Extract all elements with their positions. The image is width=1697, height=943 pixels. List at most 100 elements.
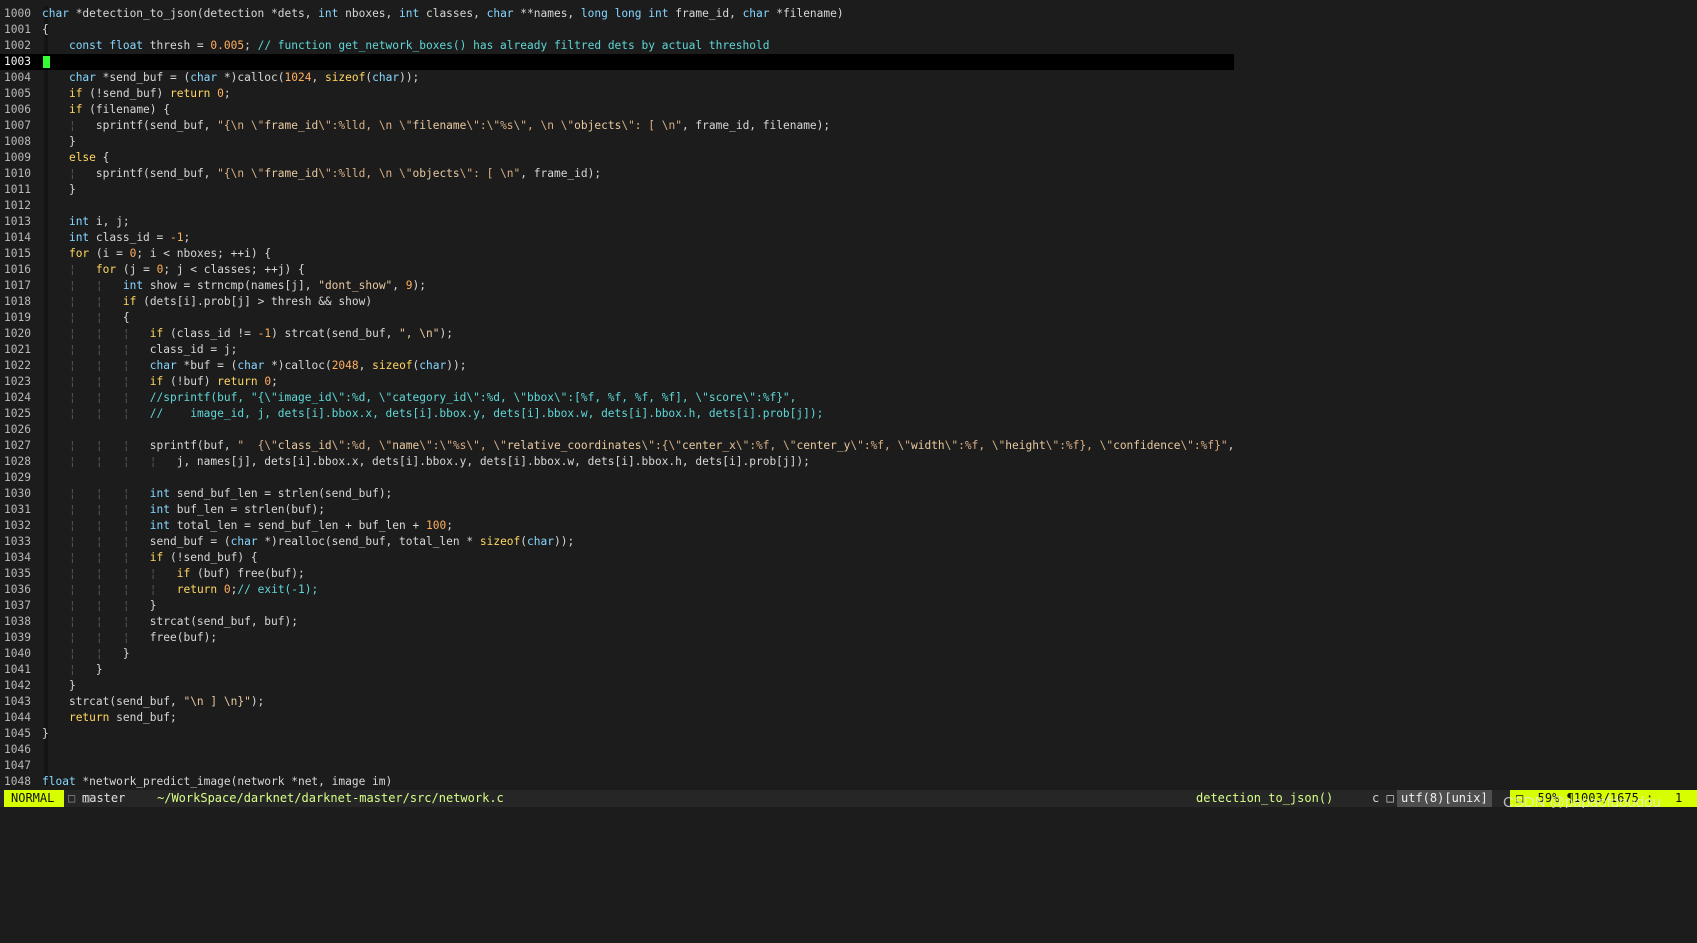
code-token: -1 [257,327,272,340]
line-number: 1018 [4,295,31,308]
code-line[interactable]: 1025 ¦ ¦ ¦ // image_id, j, dets[i].bbox.… [0,406,1234,422]
code-line[interactable]: 1021 ¦ ¦ ¦ class_id = j; [0,342,1234,358]
code-line[interactable]: 1027 ¦ ¦ ¦ sprintf(buf, " {\"class_id\":… [0,438,1234,454]
code-line[interactable]: 1039 ¦ ¦ ¦ free(buf); [0,630,1234,646]
code-line[interactable]: 1014 int class_id = -1; [0,230,1234,246]
code-line[interactable]: 1004 char *send_buf = (char *)calloc(102… [0,70,1234,86]
code-token: sizeof [479,535,521,548]
code-token: class_id = [89,231,170,244]
line-number: 1019 [4,311,31,324]
code-token: if [149,375,164,388]
code-line[interactable]: 1016 ¦ for (j = 0; j < classes; ++j) { [0,262,1234,278]
code-line[interactable]: 1044 return send_buf; [0,710,1234,726]
code-token: (!send_buf) { [163,551,258,564]
code-line[interactable]: 1010 ¦ sprintf(send_buf, "{\n \"frame_id… [0,166,1234,182]
code-line[interactable]: 1017 ¦ ¦ int show = strncmp(names[j], "d… [0,278,1234,294]
code-editor[interactable]: 1000 char *detection_to_json(detection *d… [0,6,1697,788]
code-line[interactable]: 1026 [0,422,1234,438]
code-line[interactable]: 1011 } [0,182,1234,198]
code-line[interactable]: 1023 ¦ ¦ ¦ if (!buf) return 0; [0,374,1234,390]
code-token: center_x [681,439,736,452]
code-line[interactable]: 1002 const float thresh = 0.005; // func… [0,38,1234,54]
code-line[interactable]: 1045} [0,726,1234,742]
line-number: 1023 [4,375,31,388]
code-token: for [95,263,117,276]
code-line[interactable]: 1013 int i, j; [0,214,1234,230]
code-line[interactable]: 1032 ¦ ¦ ¦ int total_len = send_buf_len … [0,518,1234,534]
code-token: ; [244,39,258,52]
code-token: \":%lld, \n \" [318,119,413,132]
file-type: c □ [1372,791,1394,805]
code-line[interactable]: 1036 ¦ ¦ ¦ ¦ return 0;// exit(-1); [0,582,1234,598]
code-line[interactable]: 1048 float *network_predict_image(network… [0,774,1234,790]
code-text: int class_id = -1; [42,230,190,246]
code-line[interactable]: 1019 ¦ ¦ { [0,310,1234,326]
code-line[interactable]: 1009 else { [0,150,1234,166]
code-token: i, j; [89,215,130,228]
line-number: 1020 [4,327,31,340]
command-line[interactable] [0,808,1697,824]
code-token: \": [ \n" [621,119,682,132]
code-line[interactable]: 1024 ¦ ¦ ¦ //sprintf(buf, "{\"image_id\"… [0,390,1234,406]
code-line[interactable]: 1015 for (i = 0; i < nboxes; ++i) { [0,246,1234,262]
code-token: if [176,567,191,580]
code-line[interactable]: 1022 ¦ ¦ ¦ char *buf = (char *)calloc(20… [0,358,1234,374]
line-number: 1001 [4,23,31,36]
code-token: ; [271,375,278,388]
code-line[interactable]: 1007 ¦ sprintf(send_buf, "{\n \"frame_id… [0,118,1234,134]
code-line[interactable]: 1012 [0,198,1234,214]
code-line[interactable]: 1035 ¦ ¦ ¦ ¦ if (buf) free(buf); [0,566,1234,582]
code-line[interactable]: 1000 char *detection_to_json(detection *d… [0,6,1234,22]
code-line[interactable]: 1029 [0,470,1234,486]
code-token: \":%f, \" [850,439,911,452]
code-token: total_len = send_buf_len + buf_len + [170,519,426,532]
indent-guide: ¦ ¦ ¦ [68,407,130,420]
code-token: ; [183,231,191,244]
code-line[interactable]: 1034 ¦ ¦ ¦ if (!send_buf) { [0,550,1234,566]
code-line[interactable]: 1043 strcat(send_buf, "\n ] \n}"); [0,694,1234,710]
code-line[interactable]: 1028 ¦ ¦ ¦ ¦ j, names[j], dets[i].bbox.x… [0,454,1234,470]
code-token: -1 [170,231,184,244]
code-token: ; [446,519,453,532]
code-line[interactable]: 1037 ¦ ¦ ¦ } [0,598,1234,614]
code-token: char [486,7,514,20]
line-number: 1031 [4,503,31,516]
code-line[interactable]: 1038 ¦ ¦ ¦ strcat(send_buf, buf); [0,614,1234,630]
code-token: char [149,359,177,372]
code-token: char [419,359,447,372]
code-line[interactable]: 1047 [0,758,1234,774]
code-line[interactable]: 1042 } [0,678,1234,694]
code-token: **names, [513,7,581,20]
code-line[interactable]: 1033 ¦ ¦ ¦ send_buf = (char *)realloc(se… [0,534,1234,550]
line-number: 1026 [4,423,31,436]
line-number: 1024 [4,391,31,404]
code-line[interactable]: 1041 ¦ } [0,662,1234,678]
code-line[interactable]: 1020 ¦ ¦ ¦ if (class_id != -1) strcat(se… [0,326,1234,342]
code-text: ¦ ¦ { [42,310,130,326]
code-line[interactable]: 1001 { [0,22,1234,38]
code-line[interactable]: 1046 [0,742,1234,758]
code-line[interactable]: 1040 ¦ ¦ } [0,646,1234,662]
code-line[interactable]: 1003 [0,54,1235,70]
code-line[interactable]: 1006 if (filename) { [0,102,1234,118]
code-line[interactable]: 1008 } [0,134,1234,150]
code-line[interactable]: 1018 ¦ ¦ if (dets[i].prob[j] > thresh &&… [0,294,1234,310]
code-text: ¦ ¦ ¦ strcat(send_buf, buf); [42,614,298,630]
code-token: \": [ \n" [459,167,521,180]
code-line[interactable]: 1030 ¦ ¦ ¦ int send_buf_len = strlen(sen… [0,486,1234,502]
code-lines[interactable]: 1000 char *detection_to_json(detection *d… [0,6,1235,790]
code-line[interactable]: 1031 ¦ ¦ ¦ int buf_len = strlen(buf); [0,502,1234,518]
code-token: ); [412,279,427,292]
code-token: ) strcat(send_buf, [271,327,400,340]
code-line[interactable]: 1005 if (!send_buf) return 0; [0,86,1234,102]
line-number: 1036 [4,583,31,596]
